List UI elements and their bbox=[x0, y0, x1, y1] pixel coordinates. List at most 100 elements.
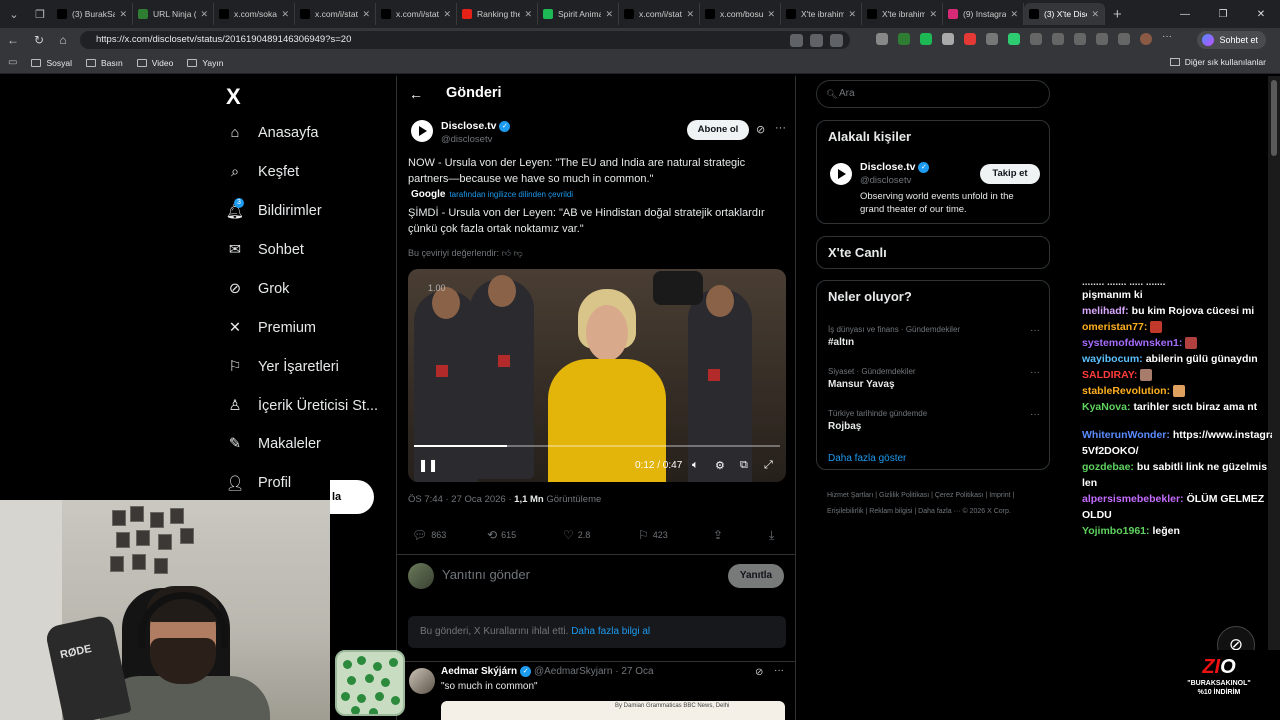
author-avatar[interactable] bbox=[411, 120, 433, 142]
tab-close-icon[interactable]: ✕ bbox=[767, 9, 775, 20]
extension-icon[interactable] bbox=[1008, 33, 1020, 45]
read-aloud-icon[interactable] bbox=[810, 33, 823, 47]
share-action[interactable]: ⇪ bbox=[713, 528, 727, 542]
browser-essentials-icon[interactable] bbox=[1096, 33, 1108, 45]
extension-icon[interactable] bbox=[876, 33, 888, 45]
home-browser-icon[interactable]: ⌂ bbox=[52, 33, 74, 47]
favorites-icon[interactable] bbox=[1074, 33, 1086, 45]
picture-in-picture-icon[interactable]: ⧉ bbox=[740, 459, 748, 472]
nav-search[interactable]: ⌕ Keşfet bbox=[226, 163, 299, 181]
nav-x-premium[interactable]: ✕ Premium bbox=[226, 319, 316, 337]
reply-author-handle[interactable]: @AedmarSkyjarn bbox=[534, 666, 613, 677]
nav-mail[interactable]: ✉ Sohbet bbox=[226, 241, 304, 259]
install-app-icon[interactable] bbox=[790, 33, 803, 47]
browser-tab[interactable]: x.com/sokakli ✕ bbox=[214, 3, 295, 25]
browser-tab[interactable]: X'te ibrahim ✕ bbox=[781, 3, 862, 25]
video-player[interactable]: 1.00 ❚❚ 0:12 / 0:47 🔈︎ ⚙ ⧉ ⤢ bbox=[408, 269, 786, 482]
footer-links[interactable]: Hizmet Şartları | Gizlilik Politikası | … bbox=[827, 488, 1049, 520]
nav-grok[interactable]: ⊘ Grok bbox=[226, 280, 290, 298]
trend-more-icon[interactable]: ··· bbox=[1030, 325, 1040, 336]
reply-author-name[interactable]: Aedmar Skýjárn bbox=[441, 666, 517, 677]
browser-more-icon[interactable]: ··· bbox=[1162, 32, 1174, 45]
tab-close-icon[interactable]: ✕ bbox=[686, 9, 694, 20]
trend-more-icon[interactable]: ··· bbox=[1030, 367, 1040, 378]
bookmark-action[interactable]: ⚐ 423 bbox=[638, 528, 668, 542]
grok-explain-icon[interactable]: ⊘ bbox=[756, 123, 765, 136]
back-arrow-icon[interactable]: ← bbox=[409, 86, 423, 102]
search-input[interactable]: 🔍︎ Ara bbox=[816, 80, 1050, 108]
other-bookmarks[interactable]: Diğer sık kullanılanlar bbox=[1169, 57, 1266, 67]
tab-close-icon[interactable]: ✕ bbox=[443, 9, 451, 20]
tab-close-icon[interactable]: ✕ bbox=[200, 9, 208, 20]
reply-image[interactable]: By Damian Grammaticas BBC News, Delhi bbox=[441, 701, 785, 720]
back-icon[interactable]: ← bbox=[2, 33, 24, 47]
browser-tab[interactable]: (9) Instagram✕ bbox=[943, 3, 1024, 25]
nav-profile[interactable]: 👤︎ Profil bbox=[226, 474, 291, 492]
tab-close-icon[interactable]: ✕ bbox=[119, 9, 127, 20]
repost-action[interactable]: ⟲ 615 bbox=[487, 528, 516, 542]
nav-bookmark[interactable]: ⚐ Yer İşaretleri bbox=[226, 358, 339, 376]
browser-tab[interactable]: Spirit Animal ✕ bbox=[538, 3, 619, 25]
more-options-icon[interactable]: ··· bbox=[775, 122, 786, 134]
related-name[interactable]: Disclose.tv ✓ bbox=[860, 161, 930, 173]
scrollbar-thumb[interactable] bbox=[1271, 80, 1277, 156]
trend-item[interactable]: İş dünyası ve finans · Gündemdekiler #alt… bbox=[828, 325, 1040, 348]
author-name[interactable]: Disclose.tv ✓ bbox=[441, 120, 511, 132]
browser-tab[interactable]: URL Ninja (6)✕ bbox=[133, 3, 214, 25]
browser-tab[interactable]: (3) X'te Discl ✕ bbox=[1024, 3, 1105, 25]
reply-post[interactable]: Aedmar Skýjárn ✓ @AedmarSkyjarn · 27 Oca … bbox=[397, 661, 795, 720]
pause-icon[interactable]: ❚❚ bbox=[418, 458, 438, 472]
collections-icon[interactable] bbox=[1118, 33, 1130, 45]
nav-bell[interactable]: 🔔︎ 3 Bildirimler bbox=[226, 198, 322, 220]
favorite-star-icon[interactable] bbox=[830, 33, 843, 47]
bookmark-folder[interactable]: Yayın bbox=[187, 58, 223, 68]
volume-icon[interactable]: 🔈︎ bbox=[692, 459, 699, 472]
browser-tab[interactable]: x.com/i/statu ✕ bbox=[619, 3, 700, 25]
trend-more-icon[interactable]: ··· bbox=[1030, 409, 1040, 420]
close-window-icon[interactable]: ✕ bbox=[1242, 9, 1280, 20]
bookmark-menu-icon[interactable]: ▭ bbox=[8, 57, 17, 68]
fullscreen-icon[interactable]: ⤢ bbox=[764, 459, 773, 472]
tab-close-icon[interactable]: ✕ bbox=[929, 9, 937, 20]
follow-button[interactable]: Takip et bbox=[980, 164, 1040, 184]
live-box[interactable]: X'te Canlı bbox=[816, 236, 1050, 269]
grok-explain-icon[interactable]: ⊘ bbox=[755, 667, 763, 678]
browser-tab[interactable]: X'te ibrahim ✕ bbox=[862, 3, 943, 25]
download-action[interactable]: ⤓ bbox=[769, 528, 778, 543]
trend-item[interactable]: Siyaset · Gündemdekiler Mansur Yavaş ··· bbox=[828, 367, 1040, 390]
maximize-icon[interactable]: ❐ bbox=[1204, 9, 1242, 20]
url-field[interactable]: https://x.com/disclosetv/status/20161904… bbox=[80, 31, 850, 49]
like-action[interactable]: ♡ 2.8 bbox=[563, 528, 590, 542]
bookmark-folder[interactable]: Video bbox=[136, 58, 173, 68]
video-progress-bar[interactable] bbox=[414, 445, 780, 447]
x-logo-icon[interactable]: X bbox=[226, 84, 241, 110]
profile-avatar-icon[interactable] bbox=[1140, 33, 1152, 45]
show-more-link[interactable]: Daha fazla göster bbox=[828, 453, 906, 464]
tab-close-icon[interactable]: ✕ bbox=[281, 9, 289, 20]
browser-tab[interactable]: x.com/i/statu ✕ bbox=[295, 3, 376, 25]
related-avatar[interactable] bbox=[830, 163, 852, 185]
new-tab-icon[interactable]: + bbox=[1113, 6, 1122, 23]
more-options-icon[interactable]: ··· bbox=[774, 665, 784, 676]
learn-more-link[interactable]: Daha fazla bilgi al bbox=[571, 626, 650, 637]
author-handle[interactable]: @disclosetv bbox=[441, 134, 492, 145]
post-timestamp[interactable]: ÖS 7:44 · 27 Oca 2026 · bbox=[408, 494, 514, 505]
trend-item[interactable]: Türkiye tarihinde gündemde Rojbaş ··· bbox=[828, 409, 1040, 432]
tab-close-icon[interactable]: ✕ bbox=[848, 9, 856, 20]
thumbs-up-icon[interactable]: 👍︎ bbox=[502, 248, 511, 258]
tab-close-icon[interactable]: ✕ bbox=[524, 9, 532, 20]
tab-close-icon[interactable]: ✕ bbox=[1091, 9, 1099, 20]
browser-tab[interactable]: Ranking the ✕ bbox=[457, 3, 538, 25]
reply-action[interactable]: 💬︎ 863 bbox=[412, 528, 446, 542]
split-screen-icon[interactable] bbox=[1052, 33, 1064, 45]
tab-close-icon[interactable]: ✕ bbox=[362, 9, 370, 20]
tab-close-icon[interactable]: ✕ bbox=[605, 9, 613, 20]
related-handle[interactable]: @disclosetv bbox=[860, 175, 911, 186]
reply-author-avatar[interactable] bbox=[409, 668, 435, 694]
minimize-icon[interactable]: — bbox=[1166, 9, 1204, 20]
nav-home[interactable]: ⌂ Anasayfa bbox=[226, 124, 319, 142]
translation-note[interactable]: Google tarafından ingilizce dilinden çevr… bbox=[411, 189, 573, 200]
extension-icon[interactable] bbox=[920, 33, 932, 45]
browser-tab[interactable]: (3) BurakSakin ✕ bbox=[52, 3, 133, 25]
post-button-fragment[interactable]: la bbox=[330, 480, 374, 514]
